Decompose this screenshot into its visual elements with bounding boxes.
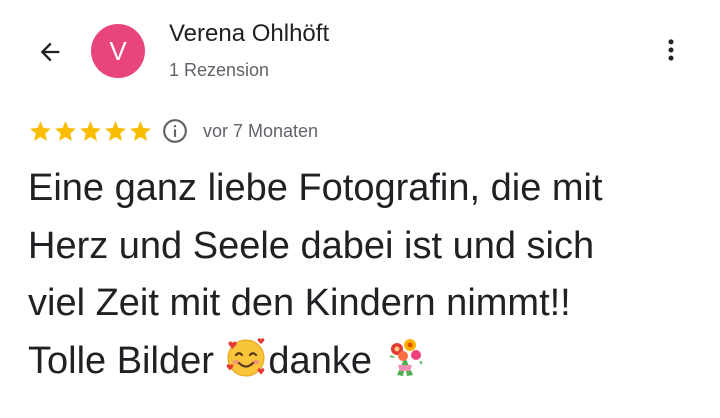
star-icon: [30, 120, 51, 141]
smiling-face-with-hearts-emoji: [227, 337, 265, 376]
avatar-letter: V: [109, 35, 127, 66]
rating-row: vor 7 Monaten: [28, 116, 318, 146]
review-text-segment: Tolle Bilder: [28, 339, 225, 382]
info-button[interactable]: [161, 117, 189, 145]
review-line-last: Tolle Bilder danke: [28, 333, 708, 391]
review-date: vor 7 Monaten: [203, 120, 319, 141]
star-icon: [80, 120, 101, 141]
review-line: Herz und Seele dabei ist und sich: [28, 224, 595, 267]
info-icon: [163, 119, 187, 143]
avatar[interactable]: V: [91, 24, 145, 78]
arrow-back-icon: [40, 42, 60, 62]
review-line: Eine ganz liebe Fotografin, die mit: [28, 167, 603, 209]
reviewer-name[interactable]: Verena Ohlhöft: [169, 20, 329, 48]
star-icon: [55, 120, 76, 141]
star-rating: [28, 119, 153, 144]
review-text-segment: danke: [268, 339, 383, 382]
more-options-button[interactable]: [656, 30, 686, 70]
more-vert-icon: [668, 39, 674, 61]
review-header: V Verena Ohlhöft 1 Rezension: [0, 0, 720, 110]
bouquet-emoji: [388, 338, 422, 376]
review-text: Eine ganz liebe Fotografin, die mit Herz…: [28, 160, 708, 390]
review-line: viel Zeit mit den Kindern nimmt!!: [28, 282, 571, 324]
reviewer-review-count: 1 Rezension: [169, 60, 270, 80]
star-icon: [105, 120, 126, 141]
back-button[interactable]: [30, 32, 70, 72]
star-icon: [130, 120, 151, 141]
